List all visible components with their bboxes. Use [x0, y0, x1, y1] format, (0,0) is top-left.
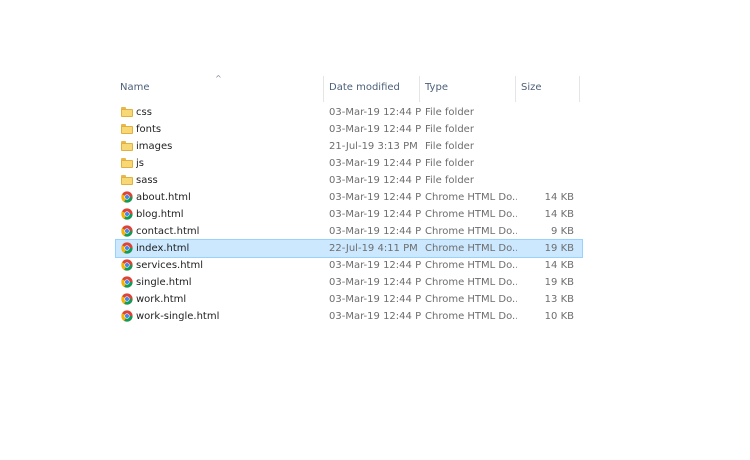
file-row[interactable]: js 03-Mar-19 12:44 PM File folder: [116, 155, 582, 172]
file-name: js: [136, 158, 144, 169]
folder-icon: [121, 175, 133, 185]
file-date-modified: 03-Mar-19 12:44 PM: [329, 226, 421, 237]
file-name: work-single.html: [136, 311, 220, 322]
file-type: Chrome HTML Do...: [425, 277, 517, 288]
file-date-modified: 21-Jul-19 3:13 PM: [329, 141, 418, 152]
file-name: css: [136, 107, 152, 118]
file-row[interactable]: work.html 03-Mar-19 12:44 PM Chrome HTML D…: [116, 291, 582, 308]
file-type: File folder: [425, 141, 474, 152]
file-row[interactable]: sass 03-Mar-19 12:44 PM File folder: [116, 172, 582, 189]
chrome-icon: [121, 259, 133, 271]
file-row[interactable]: services.html 03-Mar-19 12:44 PM Chrome HT…: [116, 257, 582, 274]
file-type: Chrome HTML Do...: [425, 209, 517, 220]
file-name: index.html: [136, 243, 190, 254]
file-type: File folder: [425, 124, 474, 135]
file-size: 13 KB: [544, 294, 574, 305]
file-date-modified: 03-Mar-19 12:44 PM: [329, 107, 421, 118]
file-row[interactable]: work-single.html 03-Mar-19 12:44 PM Chrome…: [116, 308, 582, 325]
chrome-icon: [121, 293, 133, 305]
file-row[interactable]: blog.html 03-Mar-19 12:44 PM Chrome HTML D…: [116, 206, 582, 223]
file-row[interactable]: contact.html 03-Mar-19 12:44 PM Chrome HTM…: [116, 223, 582, 240]
file-name: fonts: [136, 124, 162, 135]
file-type: File folder: [425, 158, 474, 169]
file-type: Chrome HTML Do...: [425, 226, 517, 237]
column-header-type[interactable]: Type: [421, 80, 515, 100]
file-size: 14 KB: [544, 192, 574, 203]
file-type: Chrome HTML Do...: [425, 260, 517, 271]
folder-icon: [121, 141, 133, 151]
file-date-modified: 03-Mar-19 12:44 PM: [329, 175, 421, 186]
column-header-size[interactable]: Size: [517, 80, 579, 100]
file-size: 14 KB: [544, 209, 574, 220]
chrome-icon: [121, 310, 133, 322]
file-name: contact.html: [136, 226, 200, 237]
file-row[interactable]: index.html 22-Jul-19 4:11 PM Chrome HTML D…: [115, 239, 583, 258]
file-type: Chrome HTML Do...: [425, 311, 517, 322]
file-row[interactable]: css 03-Mar-19 12:44 PM File folder: [116, 104, 582, 121]
file-list: css 03-Mar-19 12:44 PM File folder fonts 03-…: [115, 104, 583, 325]
folder-icon: [121, 107, 133, 117]
file-date-modified: 03-Mar-19 12:44 PM: [329, 158, 421, 169]
chrome-icon: [121, 191, 133, 203]
file-type: Chrome HTML Do...: [425, 243, 517, 254]
file-size: 19 KB: [544, 277, 574, 288]
file-date-modified: 03-Mar-19 12:44 PM: [329, 192, 421, 203]
file-type: Chrome HTML Do...: [425, 192, 517, 203]
file-type: File folder: [425, 175, 474, 186]
folder-icon: [121, 124, 133, 134]
folder-icon: [121, 158, 133, 168]
file-date-modified: 03-Mar-19 12:44 PM: [329, 124, 421, 135]
file-size: 19 KB: [544, 243, 574, 254]
file-name: images: [136, 141, 173, 152]
column-divider[interactable]: [323, 76, 324, 102]
column-divider[interactable]: [579, 76, 580, 102]
file-date-modified: 03-Mar-19 12:44 PM: [329, 311, 421, 322]
file-row[interactable]: fonts 03-Mar-19 12:44 PM File folder: [116, 121, 582, 138]
file-name: work.html: [136, 294, 187, 305]
column-header-date-modified[interactable]: Date modified: [325, 80, 419, 100]
file-row[interactable]: about.html 03-Mar-19 12:44 PM Chrome HTML …: [116, 189, 582, 206]
file-type: Chrome HTML Do...: [425, 294, 517, 305]
file-size: 9 KB: [551, 226, 574, 237]
file-row[interactable]: images 21-Jul-19 3:13 PM File folder: [116, 138, 582, 155]
file-date-modified: 03-Mar-19 12:44 PM: [329, 277, 421, 288]
file-size: 10 KB: [544, 311, 574, 322]
file-date-modified: 03-Mar-19 12:44 PM: [329, 294, 421, 305]
column-header-bar: ^ Name Date modified Type Size: [116, 72, 582, 104]
file-date-modified: 22-Jul-19 4:11 PM: [329, 243, 418, 254]
file-name: services.html: [136, 260, 203, 271]
column-header-name[interactable]: Name: [116, 80, 322, 100]
file-row[interactable]: single.html 03-Mar-19 12:44 PM Chrome HTML…: [116, 274, 582, 291]
chrome-icon: [121, 208, 133, 220]
file-name: about.html: [136, 192, 191, 203]
file-date-modified: 03-Mar-19 12:44 PM: [329, 260, 421, 271]
file-type: File folder: [425, 107, 474, 118]
chrome-icon: [121, 225, 133, 237]
column-divider[interactable]: [419, 76, 420, 102]
file-name: sass: [136, 175, 158, 186]
file-name: single.html: [136, 277, 192, 288]
file-size: 14 KB: [544, 260, 574, 271]
file-explorer-list: ^ Name Date modified Type Size css 03-Mar…: [115, 72, 583, 325]
file-name: blog.html: [136, 209, 184, 220]
chrome-icon: [121, 276, 133, 288]
file-date-modified: 03-Mar-19 12:44 PM: [329, 209, 421, 220]
column-divider[interactable]: [515, 76, 516, 102]
chrome-icon: [121, 242, 133, 254]
